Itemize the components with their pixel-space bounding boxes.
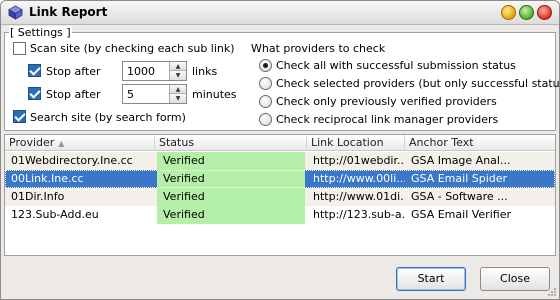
cell-anchor-text: GSA - Software ... bbox=[411, 190, 508, 203]
cell-status: Verified bbox=[157, 152, 305, 170]
links-limit-input[interactable] bbox=[123, 62, 169, 80]
cell-link-location: http://01webdir... bbox=[313, 154, 405, 167]
links-stepper-buttons: ▲ ▼ bbox=[169, 62, 186, 80]
cell-anchor-text: GSA Email Spider bbox=[411, 172, 508, 185]
table-row[interactable]: 01Dir.Info Verified http://www.01di... G… bbox=[5, 188, 555, 206]
search-site-label: Search site (by search form) bbox=[30, 111, 186, 124]
column-header-link-label: Link Location bbox=[311, 136, 384, 149]
minutes-decrement-button[interactable]: ▼ bbox=[170, 94, 186, 103]
link-report-window: Link Report [ Settings ] Scan site (by c… bbox=[0, 0, 560, 300]
table-header: Provider ▲ Status Link Location Anchor Te… bbox=[5, 135, 555, 151]
column-header-link-location[interactable]: Link Location bbox=[307, 135, 405, 151]
minimize-button[interactable] bbox=[501, 5, 516, 20]
title-bar[interactable]: Link Report bbox=[1, 1, 559, 25]
providers-heading: What providers to check bbox=[251, 42, 386, 55]
settings-legend: [ Settings ] bbox=[9, 26, 72, 39]
cell-anchor-text: GSA Image Anal... bbox=[411, 154, 511, 167]
stop-after-links-checkbox[interactable] bbox=[28, 64, 41, 77]
link-report-table[interactable]: Provider ▲ Status Link Location Anchor Te… bbox=[4, 134, 556, 256]
stop-after-minutes-checkbox[interactable] bbox=[28, 87, 41, 100]
cell-provider: 01Webdirectory.Ine.cc bbox=[11, 154, 133, 167]
cell-status: Verified bbox=[157, 170, 305, 188]
cell-status: Verified bbox=[157, 188, 305, 206]
radio-check-selected[interactable] bbox=[259, 77, 272, 90]
minutes-stepper-buttons: ▲ ▼ bbox=[169, 85, 186, 103]
column-header-anchor-text[interactable]: Anchor Text bbox=[405, 135, 555, 151]
column-header-anchor-label: Anchor Text bbox=[409, 136, 474, 149]
sort-ascending-icon: ▲ bbox=[58, 139, 65, 148]
stop-after-minutes-label: Stop after bbox=[46, 88, 101, 101]
close-button[interactable]: Close bbox=[480, 267, 550, 291]
settings-group: [ Settings ] Scan site (by checking each… bbox=[4, 26, 559, 131]
cell-link-location: http://123.sub-a... bbox=[313, 208, 405, 221]
cell-link-location: http://www.01di... bbox=[313, 190, 405, 203]
minutes-limit-input[interactable] bbox=[123, 85, 169, 103]
radio-check-all-label[interactable]: Check all with successful submission sta… bbox=[276, 59, 516, 72]
minutes-limit-stepper[interactable]: ▲ ▼ bbox=[122, 84, 187, 104]
radio-check-reciprocal-label[interactable]: Check reciprocal link manager providers bbox=[276, 113, 498, 126]
radio-check-verified[interactable] bbox=[259, 95, 272, 108]
column-header-provider-label: Provider bbox=[9, 136, 55, 149]
stop-after-links-label: Stop after bbox=[46, 65, 101, 78]
cell-anchor-text: GSA Email Verifier bbox=[411, 208, 511, 221]
radio-check-verified-label[interactable]: Check only previously verified providers bbox=[276, 95, 497, 108]
links-limit-stepper[interactable]: ▲ ▼ bbox=[122, 61, 187, 81]
scan-site-label: Scan site (by checking each sub link) bbox=[30, 42, 235, 55]
window-title: Link Report bbox=[29, 5, 108, 19]
table-row[interactable]: 01Webdirectory.Ine.cc Verified http://01… bbox=[5, 152, 555, 170]
cell-provider: 01Dir.Info bbox=[11, 190, 65, 203]
table-row-selected[interactable]: 00Link.Ine.cc Verified http://www.00li..… bbox=[5, 170, 555, 188]
scan-site-checkbox[interactable] bbox=[13, 42, 26, 55]
close-window-button[interactable] bbox=[537, 5, 552, 20]
start-button[interactable]: Start bbox=[396, 267, 466, 291]
links-increment-button[interactable]: ▲ bbox=[170, 62, 186, 71]
column-header-provider[interactable]: Provider ▲ bbox=[5, 135, 155, 151]
cell-status: Verified bbox=[157, 206, 305, 224]
minutes-unit-label: minutes bbox=[192, 88, 237, 101]
resize-grip-icon[interactable] bbox=[547, 287, 557, 297]
column-header-status-label: Status bbox=[159, 136, 195, 149]
radio-check-all[interactable] bbox=[259, 59, 272, 72]
search-site-checkbox[interactable] bbox=[13, 110, 26, 123]
cell-link-location: http://www.00li... bbox=[313, 172, 405, 185]
links-unit-label: links bbox=[192, 65, 218, 78]
radio-check-selected-label[interactable]: Check selected providers (but only succe… bbox=[276, 77, 559, 90]
app-cube-icon bbox=[8, 5, 23, 20]
cell-provider: 123.Sub-Add.eu bbox=[11, 208, 99, 221]
cell-provider: 00Link.Ine.cc bbox=[11, 172, 84, 185]
radio-check-reciprocal[interactable] bbox=[259, 113, 272, 126]
column-header-status[interactable]: Status bbox=[155, 135, 307, 151]
minutes-increment-button[interactable]: ▲ bbox=[170, 85, 186, 94]
maximize-button[interactable] bbox=[519, 5, 534, 20]
links-decrement-button[interactable]: ▼ bbox=[170, 71, 186, 80]
table-row[interactable]: 123.Sub-Add.eu Verified http://123.sub-a… bbox=[5, 206, 555, 224]
